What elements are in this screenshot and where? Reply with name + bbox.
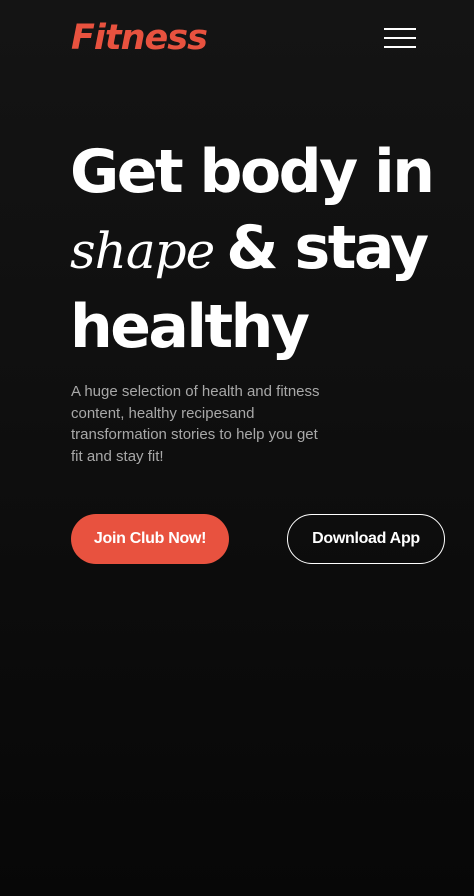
headline-script-word: shape xyxy=(70,222,215,280)
headline-line-2: shape & stay xyxy=(70,210,460,289)
page: Fitness Get body in shape & stay healthy … xyxy=(0,0,474,896)
hero-headline: Get body in shape & stay healthy xyxy=(70,134,460,365)
headline-line-1: Get body in xyxy=(70,137,435,207)
hero-description: A huge selection of health and fitness c… xyxy=(71,383,320,465)
download-app-button[interactable]: Download App xyxy=(287,514,445,564)
menu-bar xyxy=(384,46,416,48)
hamburger-menu-icon[interactable] xyxy=(382,26,418,52)
menu-bar xyxy=(384,28,416,30)
join-club-button[interactable]: Join Club Now! xyxy=(71,514,229,564)
menu-bar xyxy=(384,37,416,39)
headline-line-3: healthy xyxy=(70,292,310,362)
logo[interactable]: Fitness xyxy=(71,18,208,58)
headline-line-2-rest: & stay xyxy=(226,213,429,283)
